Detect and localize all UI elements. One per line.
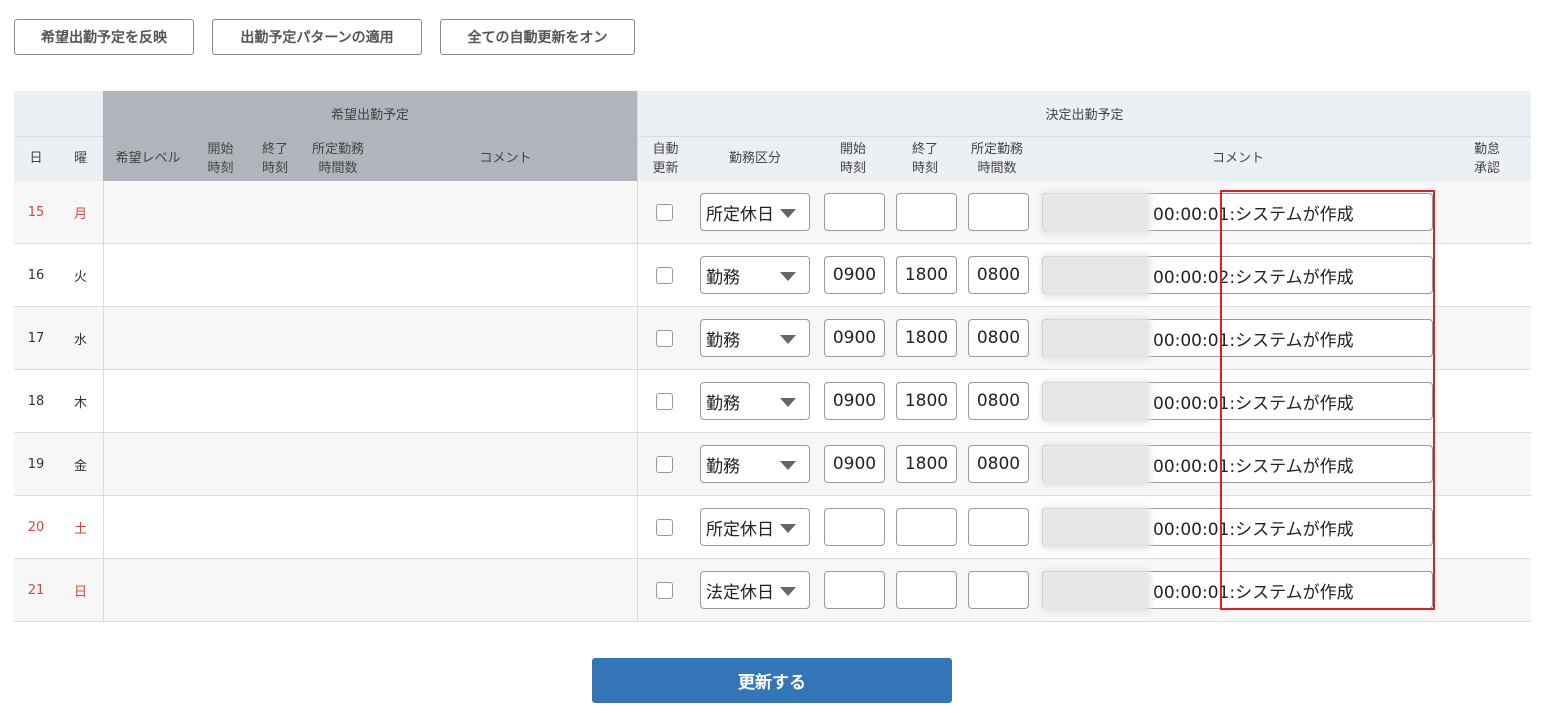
dropdown-caret-icon [780,398,796,407]
auto-update-checkbox[interactable] [656,267,673,284]
work-type-value: 法定休日 [706,582,774,603]
auto-update-checkbox[interactable] [656,456,673,473]
auto-update-checkbox[interactable] [656,519,673,536]
end-time-input[interactable]: 1800 [896,319,957,357]
weekday-cell: 日 [73,584,87,600]
end-time-input[interactable]: 1800 [896,256,957,294]
dropdown-caret-icon [780,272,796,281]
day-cell: 19 [27,456,45,472]
start-time-input[interactable] [824,571,885,609]
day-cell: 17 [27,330,45,346]
col-auto-update: 自動 更新 [637,136,693,181]
redacted-area [1041,569,1151,613]
col-end-time: 終了 時刻 [911,141,938,176]
header-decided-schedule: 決定出勤予定 [637,91,1531,136]
start-time-input[interactable]: 0900 [824,256,885,294]
work-type-value: 所定休日 [706,519,774,540]
col-work-type: 勤務区分 [728,151,781,166]
work-type-select[interactable]: 勤務 [700,445,810,483]
col-hours: 所定勤務 時間数 [970,141,1023,176]
work-hours-input[interactable] [968,193,1029,231]
start-time-input[interactable]: 0900 [824,382,885,420]
day-cell: 20 [27,519,45,535]
col-request-level: 希望レベル [115,151,181,166]
dropdown-caret-icon [780,524,796,533]
table-row: 17 水勤務 0900 1800 0800 00:00:01:システムが作成 [14,307,1531,370]
col-start-time: 開始 時刻 [839,141,866,176]
start-time-input[interactable]: 0900 [824,445,885,483]
col-request-start: 開始 時刻 [207,141,234,176]
start-time-input[interactable]: 0900 [824,319,885,357]
col-request-comment: コメント [479,151,532,166]
day-cell: 16 [27,267,45,283]
col-request-hours: 所定勤務 時間数 [311,141,364,176]
auto-update-all-on-button[interactable]: 全ての自動更新をオン [440,19,635,55]
dropdown-caret-icon [780,209,796,218]
col-day: 日 [29,151,43,166]
work-type-value: 勤務 [706,393,740,414]
redacted-area [1041,443,1151,487]
weekday-cell: 水 [73,332,87,348]
table-row: 18 木勤務 0900 1800 0800 00:00:01:システムが作成 [14,370,1531,433]
weekday-cell: 土 [73,521,87,537]
auto-update-checkbox[interactable] [656,582,673,599]
redacted-area [1041,254,1151,298]
end-time-input[interactable] [896,571,957,609]
work-hours-input[interactable]: 0800 [968,256,1029,294]
reflect-requested-schedule-button[interactable]: 希望出勤予定を反映 [14,19,194,55]
work-type-value: 所定休日 [706,204,774,225]
dropdown-caret-icon [780,335,796,344]
update-button[interactable]: 更新する [592,658,952,703]
work-type-select[interactable]: 所定休日 [700,508,810,546]
weekday-cell: 火 [73,269,87,285]
col-attendance-approval: 勤怠 承認 [1473,141,1500,176]
table-row: 21 日法定休日 00:00:01:システムが作成 [14,559,1531,622]
redacted-area [1041,191,1151,235]
work-hours-input[interactable] [968,508,1029,546]
redacted-area [1041,317,1151,361]
table-row: 16 火勤務 0900 1800 0800 00:00:02:システムが作成 [14,244,1531,307]
end-time-input[interactable]: 1800 [896,445,957,483]
start-time-input[interactable] [824,193,885,231]
work-type-select[interactable]: 法定休日 [700,571,810,609]
work-type-select[interactable]: 勤務 [700,319,810,357]
work-hours-input[interactable]: 0800 [968,319,1029,357]
day-cell: 18 [27,393,45,409]
weekday-cell: 月 [73,206,87,222]
work-type-select[interactable]: 勤務 [700,382,810,420]
weekday-cell: 金 [73,458,87,474]
work-type-select[interactable]: 所定休日 [700,193,810,231]
header-requested-schedule: 希望出勤予定 [103,91,637,136]
table-row: 20 土所定休日 00:00:01:システムが作成 [14,496,1531,559]
apply-schedule-pattern-button[interactable]: 出勤予定パターンの適用 [212,19,422,55]
work-hours-input[interactable]: 0800 [968,382,1029,420]
start-time-input[interactable] [824,508,885,546]
col-comment: コメント [1211,151,1264,166]
redacted-area [1041,506,1151,550]
day-cell: 21 [27,582,45,598]
work-type-select[interactable]: 勤務 [700,256,810,294]
work-type-value: 勤務 [706,267,740,288]
dropdown-caret-icon [780,461,796,470]
auto-update-checkbox[interactable] [656,204,673,221]
end-time-input[interactable] [896,508,957,546]
end-time-input[interactable] [896,193,957,231]
col-request-end: 終了 時刻 [261,141,288,176]
redacted-area [1041,380,1151,424]
work-hours-input[interactable] [968,571,1029,609]
day-cell: 15 [27,204,45,220]
dropdown-caret-icon [780,587,796,596]
work-type-value: 勤務 [706,330,740,351]
table-row: 19 金勤務 0900 1800 0800 00:00:01:システムが作成 [14,433,1531,496]
table-row: 15 月所定休日 00:00:01:システムが作成 [14,181,1531,244]
col-weekday: 曜 [73,151,87,166]
end-time-input[interactable]: 1800 [896,382,957,420]
work-hours-input[interactable]: 0800 [968,445,1029,483]
weekday-cell: 木 [73,395,87,411]
work-type-value: 勤務 [706,456,740,477]
auto-update-checkbox[interactable] [656,330,673,347]
auto-update-checkbox[interactable] [656,393,673,410]
